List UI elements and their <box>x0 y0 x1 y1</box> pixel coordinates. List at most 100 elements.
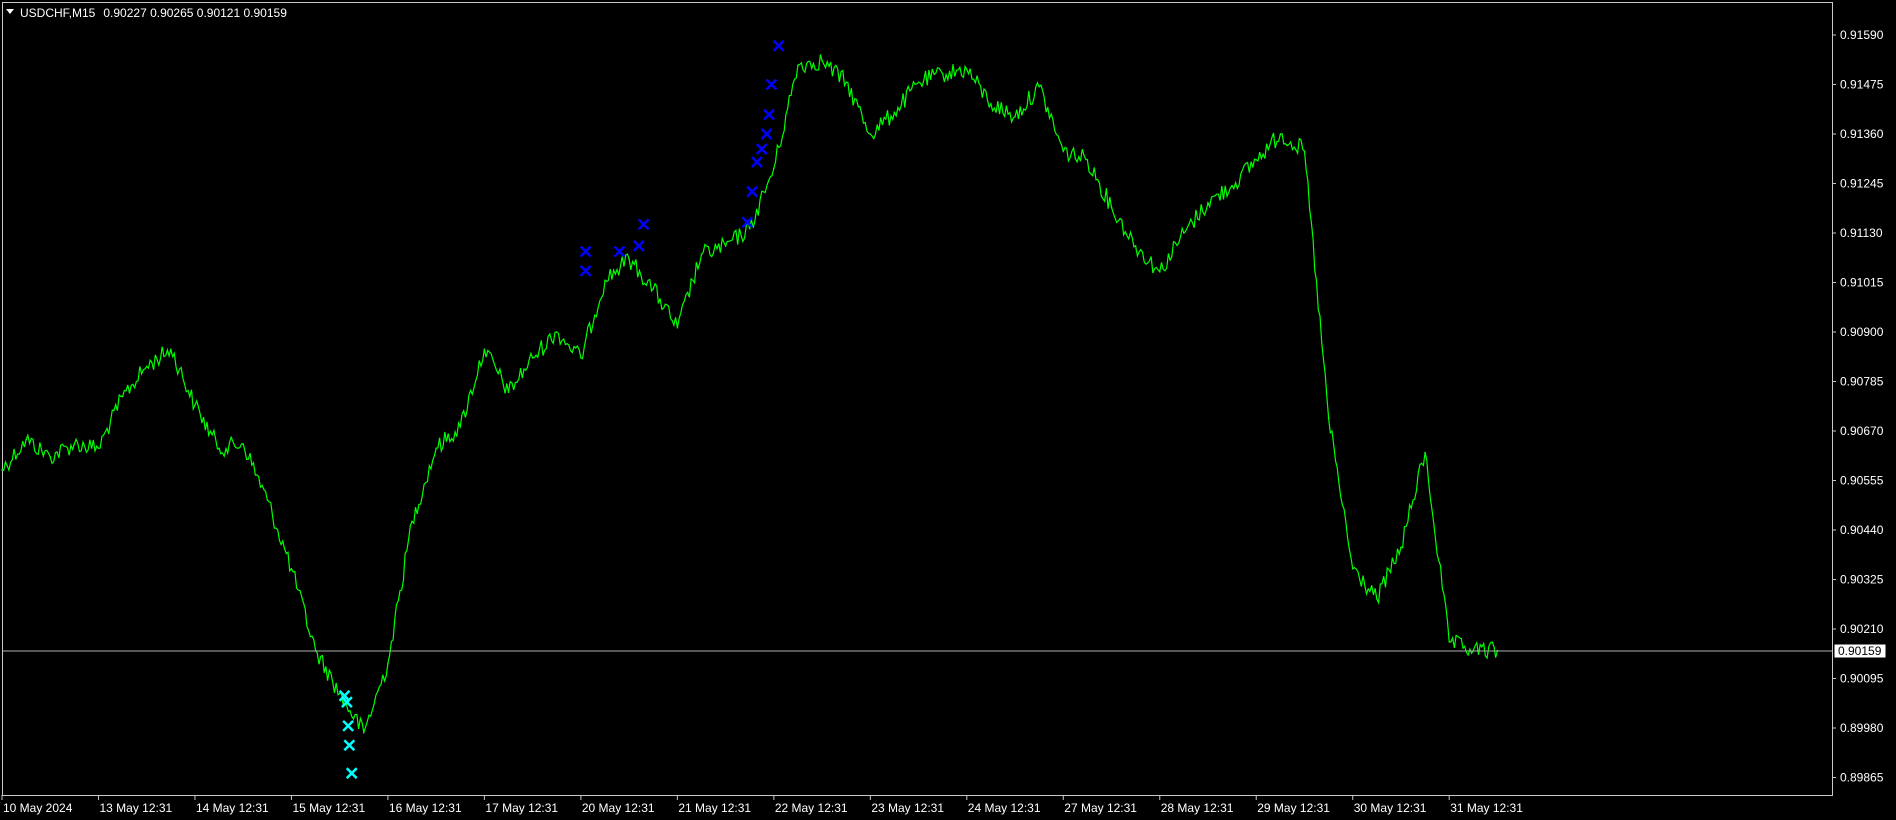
chart-symbol: USDCHF,M15 <box>20 6 96 20</box>
y-tick-label: 0.90210 <box>1840 622 1884 636</box>
price-point <box>1424 451 1426 454</box>
x-tick-label: 14 May 12:31 <box>196 801 269 815</box>
price-point <box>1400 546 1402 549</box>
y-tick-label: 0.90900 <box>1840 325 1884 339</box>
x-tick-label: 22 May 12:31 <box>775 801 848 815</box>
x-tick-label: 13 May 12:31 <box>99 801 172 815</box>
price-point <box>531 357 534 359</box>
price-point <box>507 391 510 394</box>
x-tick-label: 24 May 12:31 <box>968 801 1041 815</box>
y-tick-label: 0.91245 <box>1840 177 1884 191</box>
x-tick-label: 23 May 12:31 <box>871 801 944 815</box>
y-tick-label: 0.91015 <box>1840 276 1884 290</box>
price-point <box>628 258 630 260</box>
price-point <box>1014 115 1016 118</box>
y-tick-label: 0.90440 <box>1840 523 1884 537</box>
price-point <box>73 443 76 445</box>
y-tick-label: 0.91475 <box>1840 78 1884 92</box>
y-tick-label: 0.91360 <box>1840 127 1884 141</box>
sell-marker <box>765 78 778 91</box>
sell-marker <box>755 143 768 155</box>
x-tick-label: 31 May 12:31 <box>1450 801 1523 815</box>
y-tick-label: 0.90670 <box>1840 424 1884 438</box>
x-tick-label: 21 May 12:31 <box>678 801 751 815</box>
price-point <box>1062 150 1065 153</box>
sell-marker <box>637 218 650 231</box>
sell-marker <box>613 245 626 258</box>
sell-marker <box>763 108 775 121</box>
price-point <box>25 438 27 441</box>
price-point <box>1327 417 1330 419</box>
buy-marker <box>345 767 358 780</box>
price-point <box>1231 184 1233 187</box>
price-series-line-0 <box>1 54 1498 735</box>
price-point <box>290 567 293 570</box>
price-point <box>266 499 269 501</box>
price-point <box>773 167 775 170</box>
trade-markers-layer <box>338 39 785 780</box>
price-point <box>1110 206 1113 208</box>
price-point <box>218 447 220 450</box>
price-point <box>941 72 944 75</box>
price-point <box>121 395 124 398</box>
price-point <box>1183 232 1185 234</box>
price-point <box>1279 133 1282 135</box>
price-point <box>1038 85 1040 88</box>
x-tick-label: 15 May 12:31 <box>292 801 365 815</box>
buy-marker <box>342 719 355 732</box>
price-point <box>990 103 992 105</box>
price-point <box>1376 598 1378 600</box>
price-point <box>1134 245 1137 247</box>
x-tick-label: 29 May 12:31 <box>1257 801 1330 815</box>
y-tick-label: 0.91590 <box>1840 28 1884 42</box>
x-tick-label: 20 May 12:31 <box>582 801 655 815</box>
x-tick-label: 30 May 12:31 <box>1354 801 1427 815</box>
price-point <box>242 443 244 445</box>
price-point <box>49 456 52 458</box>
x-tick-label: 27 May 12:31 <box>1064 801 1137 815</box>
sell-marker <box>772 39 785 52</box>
price-point <box>580 357 582 359</box>
price-axis[interactable]: 0.91590 0.91475 0.91360 0.91245 0.91130 0.910… <box>1832 28 1884 785</box>
price-point <box>1448 641 1450 643</box>
price-point <box>917 81 920 84</box>
time-axis[interactable]: 10 May 2024 13 May 12:31 14 May 12:31 15 Ma… <box>1 795 1523 815</box>
price-point <box>97 447 100 450</box>
price-point <box>797 64 799 66</box>
price-point <box>363 731 365 734</box>
buy-marker <box>343 739 356 752</box>
price-point <box>411 520 413 523</box>
x-tick-label: 28 May 12:31 <box>1161 801 1234 815</box>
price-point <box>893 111 896 114</box>
sell-marker <box>579 264 592 277</box>
sell-marker <box>632 240 645 252</box>
price-point <box>145 365 148 368</box>
price-point <box>1207 202 1209 204</box>
price-point <box>194 404 196 406</box>
price-series-layer <box>1 54 1499 735</box>
y-tick-label: 0.90555 <box>1840 474 1884 488</box>
price-point <box>170 348 172 351</box>
price-point <box>1 468 3 471</box>
price-point <box>700 253 703 256</box>
chart-window[interactable]: USDCHF,M15 0.90227 0.90265 0.90121 0.901… <box>0 0 1896 820</box>
price-point <box>1158 270 1161 273</box>
y-tick-label: 0.91130 <box>1840 226 1883 240</box>
price-point <box>387 662 389 665</box>
price-point <box>435 447 437 450</box>
price-chart[interactable]: USDCHF,M15 0.90227 0.90265 0.90121 0.901… <box>0 0 1896 820</box>
sell-marker <box>751 156 763 168</box>
current-price-label: 0.90159 <box>1833 643 1887 659</box>
price-point <box>459 425 462 428</box>
y-tick-label: 0.90095 <box>1840 672 1884 686</box>
x-tick-label: 16 May 12:31 <box>389 801 462 815</box>
sell-marker <box>579 245 592 258</box>
y-tick-label: 0.89980 <box>1840 721 1884 735</box>
collapse-triangle-icon[interactable] <box>6 9 14 14</box>
current-price-text: 0.90159 <box>1838 644 1882 658</box>
price-point <box>604 279 606 282</box>
price-point <box>845 81 847 84</box>
y-tick-label: 0.89865 <box>1840 771 1884 785</box>
x-tick-label: 10 May 2024 <box>3 801 73 815</box>
plot-frame <box>2 2 1833 796</box>
